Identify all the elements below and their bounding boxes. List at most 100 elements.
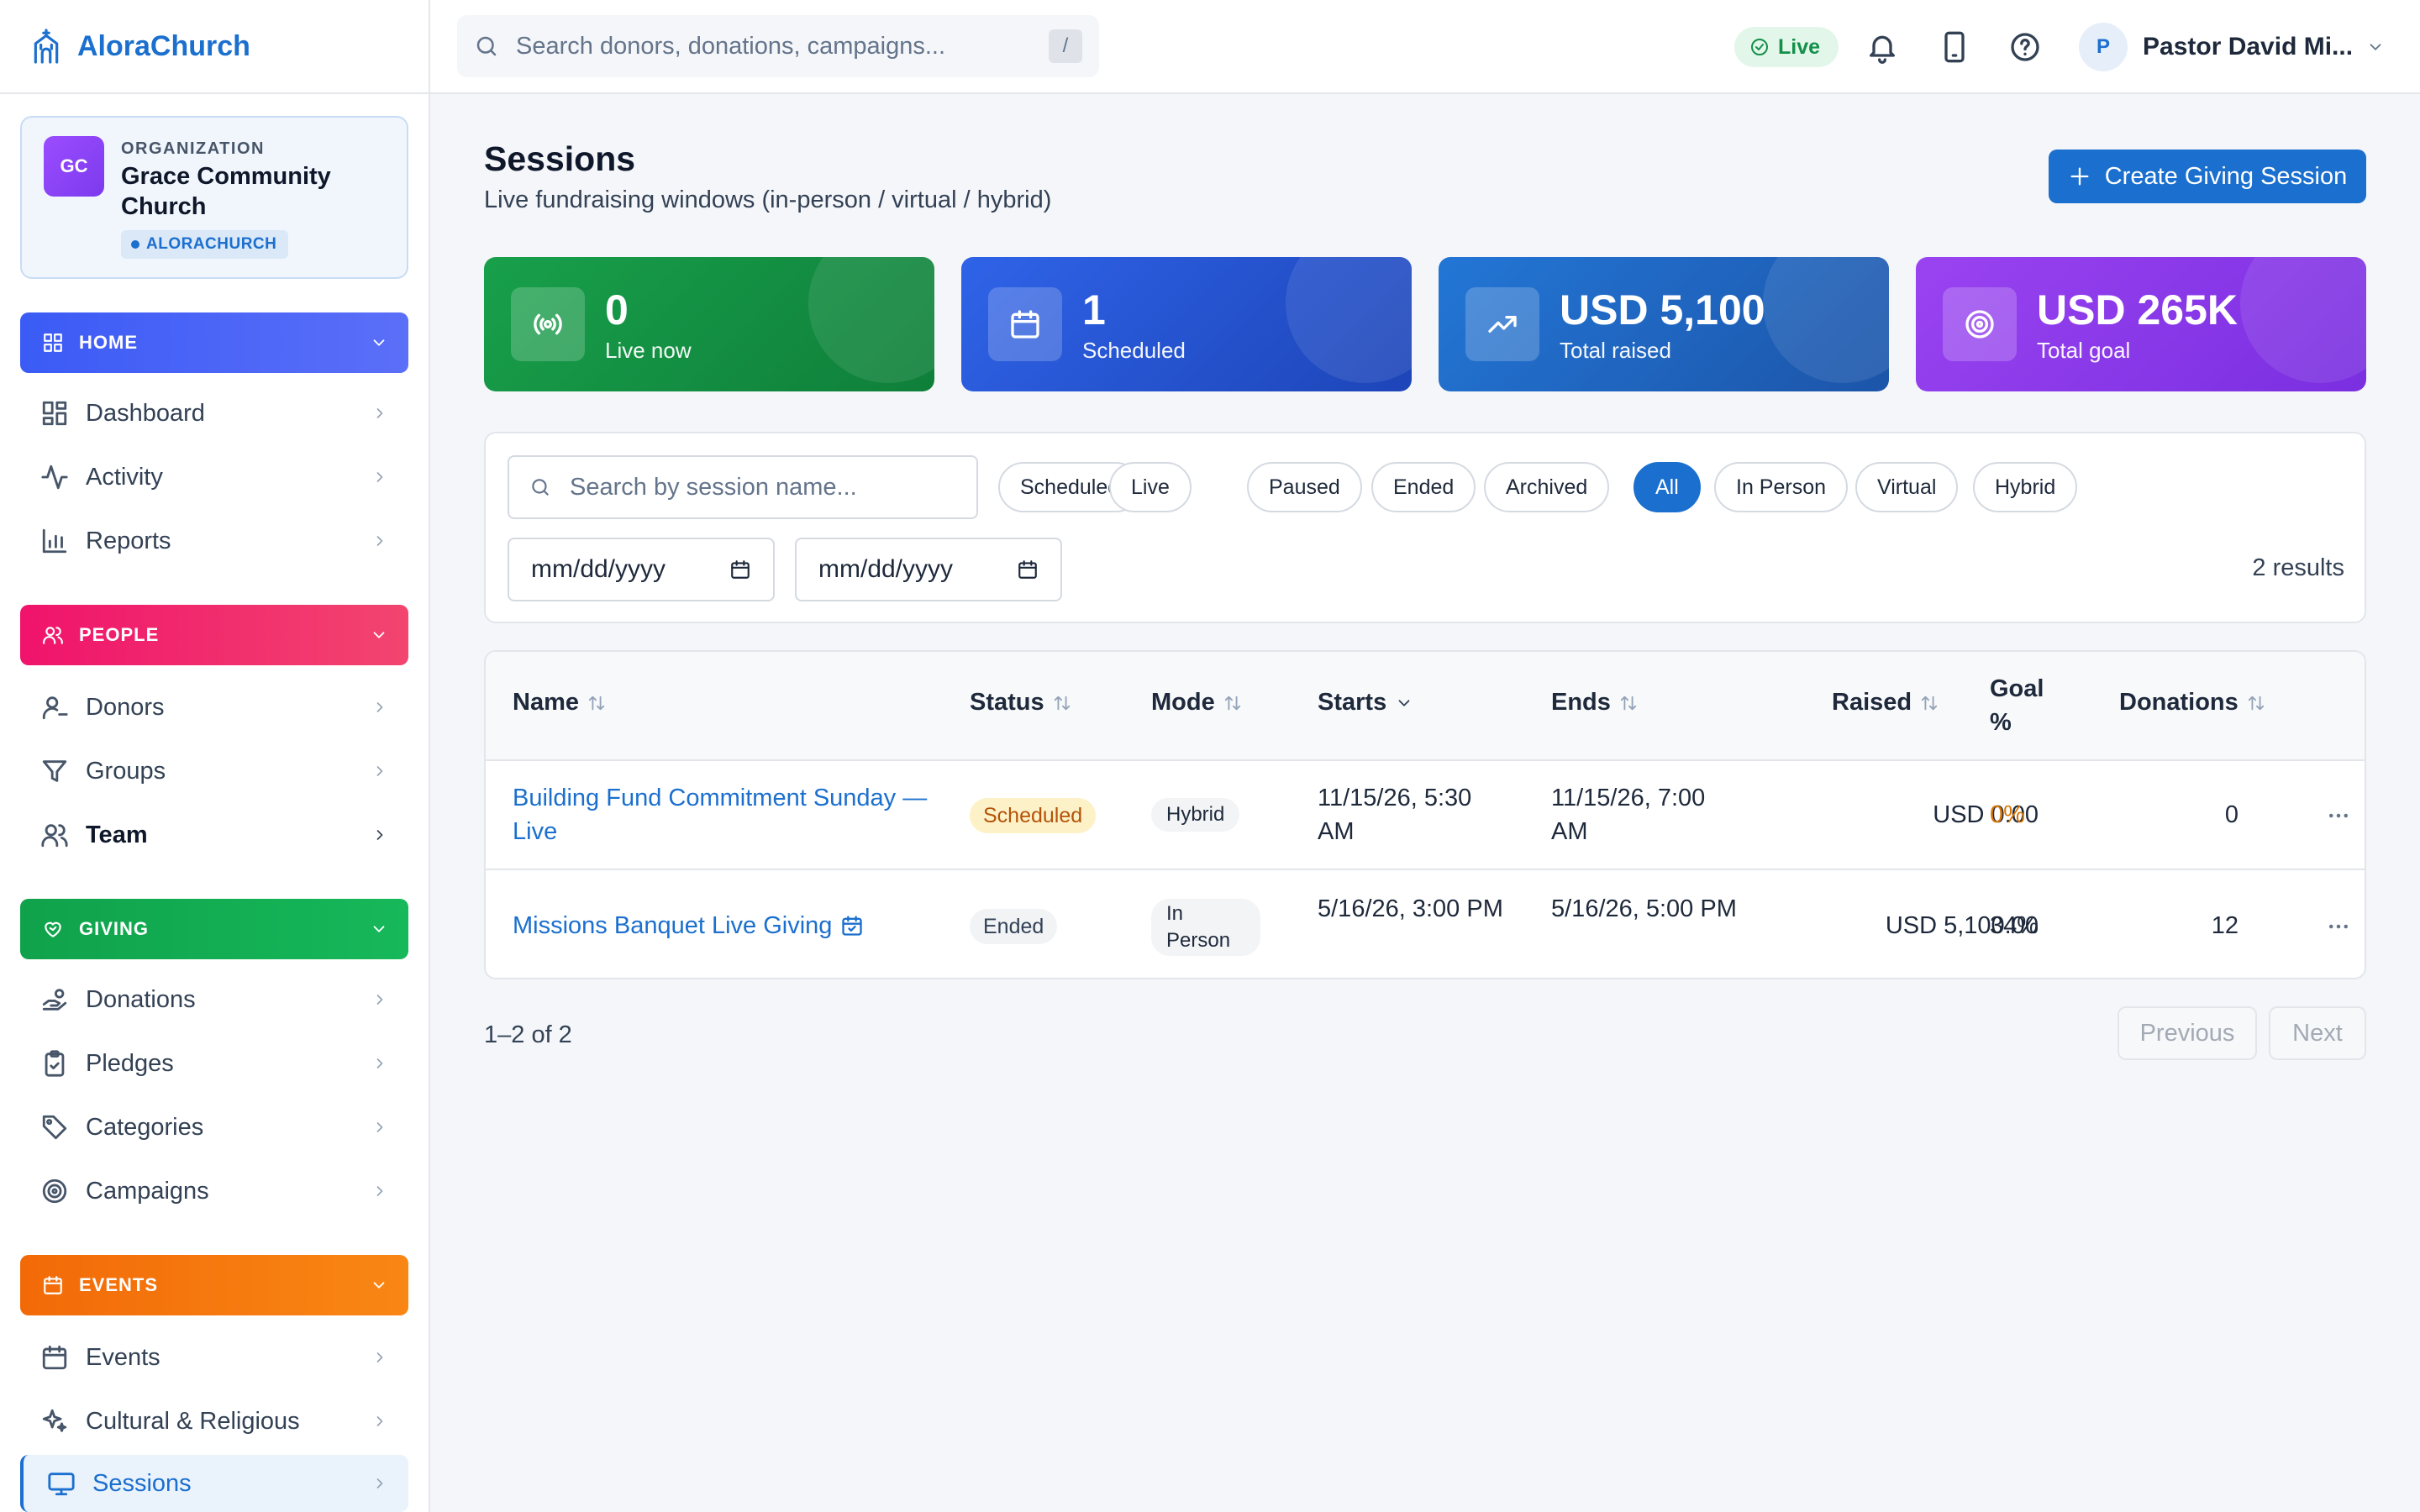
organization-card[interactable]: GC ORGANIZATION Grace Community Church A… [20,116,408,279]
calendar-icon [1011,310,1039,339]
sidebar-item-team[interactable]: Team [20,806,408,864]
stat-card-live-now: 0 Live now [484,257,934,391]
sidebar-item-sessions[interactable]: Sessions [20,1455,408,1512]
column-header-mode[interactable]: Mode [1151,689,1242,717]
session-name-link[interactable]: Missions Banquet Live Giving [513,909,864,942]
status-badge: Scheduled [970,798,1097,833]
chevron-right-icon [376,702,383,712]
sidebar-item-activity[interactable]: Activity [20,449,408,506]
section-home[interactable]: HOME [20,312,408,373]
chip-ended[interactable]: Ended [1371,462,1476,512]
chevron-right-icon [376,995,383,1005]
target-icon [1965,310,1994,339]
sort-icon [2248,696,2264,710]
mode-badge: Hybrid [1151,798,1240,832]
broadcast-icon [534,313,562,335]
table-row[interactable]: Missions Banquet Live Giving Ended In Pe… [486,872,2365,978]
chevron-down-icon [373,926,385,932]
chip-virtual[interactable]: Virtual [1855,462,1959,512]
chevron-down-icon [2370,44,2381,50]
section-giving[interactable]: GIVING [20,899,408,959]
previous-button[interactable]: Previous [2118,1006,2257,1060]
target-icon [42,1179,67,1204]
church-logo-icon [34,29,59,64]
chevron-down-icon [373,1282,385,1289]
date-from-field[interactable]: mm/dd/yyyy [508,538,775,601]
column-label: Name [513,689,579,716]
chip-paused[interactable]: Paused [1247,462,1362,512]
section-events[interactable]: EVENTS [20,1255,408,1315]
chip-archived[interactable]: Archived [1484,462,1610,512]
sidebar-item-groups[interactable]: Groups [20,743,408,800]
stat-value: USD 5,100 [1560,286,1765,333]
sidebar-item-label: Sessions [92,1469,192,1497]
section-people[interactable]: PEOPLE [20,605,408,665]
sidebar-item-cultural-religious[interactable]: Cultural & Religious [20,1393,408,1450]
more-actions-icon[interactable] [2326,914,2351,939]
table-row[interactable]: Building Fund Commitment Sunday — Live S… [486,761,2365,870]
donations-cell: 12 [2211,912,2238,939]
sidebar-item-reports[interactable]: Reports [20,512,408,570]
sidebar-item-categories[interactable]: Categories [20,1099,408,1156]
bar-chart-icon [42,528,67,554]
column-header-raised[interactable]: Raised [1832,689,1939,717]
user-menu[interactable]: P Pastor David Mi... [2079,22,2385,72]
session-name-link[interactable]: Building Fund Commitment Sunday — Live [513,781,933,848]
more-actions-icon[interactable] [2326,803,2351,828]
column-header-ends[interactable]: Ends [1551,689,1638,717]
calendar-check-icon [842,916,863,936]
session-search[interactable] [508,455,978,519]
calendar-icon [44,1276,62,1294]
bell-icon[interactable] [1865,30,1899,64]
sessions-table: Name Status Mode Starts Ends Raised Goal… [484,650,2366,979]
filter-panel: Scheduled Live Paused Ended Archived All… [484,432,2366,623]
column-header-name[interactable]: Name [513,689,606,717]
sidebar-item-label: Pledges [86,1049,174,1077]
live-status-label: Live [1778,34,1821,59]
chevron-right-icon [376,472,383,482]
chip-all[interactable]: All [1634,462,1701,512]
table-header: Name Status Mode Starts Ends Raised Goal… [486,652,2365,761]
create-giving-session-button[interactable]: Create Giving Session [2049,150,2366,203]
tag-icon [42,1115,67,1140]
column-header-status[interactable]: Status [970,689,1071,717]
section-giving-title: GIVING [79,918,150,939]
help-icon[interactable] [2008,30,2042,64]
chevron-right-icon [376,408,383,418]
chevron-right-icon [376,1478,383,1488]
date-from-placeholder: mm/dd/yyyy [531,555,666,583]
sidebar-item-donations[interactable]: Donations [20,971,408,1028]
live-status-badge[interactable]: Live [1734,27,1839,67]
filter-icon [42,760,67,782]
sidebar-item-label: Campaigns [86,1177,209,1205]
global-search[interactable]: / [457,15,1099,77]
column-header-goal-pct[interactable]: Goal % [1990,672,2049,739]
check-circle-icon [1751,39,1768,55]
mobile-icon[interactable] [1938,30,1971,64]
date-to-field[interactable]: mm/dd/yyyy [795,538,1062,601]
chevron-right-icon [376,1058,383,1068]
mode-badge: In Person [1151,899,1260,956]
column-header-donations[interactable]: Donations [2119,689,2265,717]
chip-live[interactable]: Live [1109,462,1192,512]
global-search-input[interactable] [516,32,1049,60]
search-icon [532,479,549,496]
chevron-right-icon [376,1186,383,1196]
next-button[interactable]: Next [2269,1006,2366,1060]
column-header-starts[interactable]: Starts [1318,689,1413,717]
sidebar-item-dashboard[interactable]: Dashboard [20,385,408,442]
org-tag-label: ALORACHURCH [146,235,277,253]
chip-in-person[interactable]: In Person [1714,462,1849,512]
session-search-input[interactable] [570,473,956,501]
card-decoration [808,257,934,383]
sidebar-item-donors[interactable]: Donors [20,679,408,736]
page-title: Sessions [484,139,636,178]
chevron-right-icon [376,1122,383,1132]
sidebar-item-label: Events [86,1343,160,1371]
sidebar-item-pledges[interactable]: Pledges [20,1035,408,1092]
sidebar-item-label: Categories [86,1113,204,1141]
sidebar-item-events[interactable]: Events [20,1329,408,1386]
brand[interactable]: AloraChurch [0,0,429,94]
sidebar-item-campaigns[interactable]: Campaigns [20,1163,408,1220]
chip-hybrid[interactable]: Hybrid [1973,462,2078,512]
